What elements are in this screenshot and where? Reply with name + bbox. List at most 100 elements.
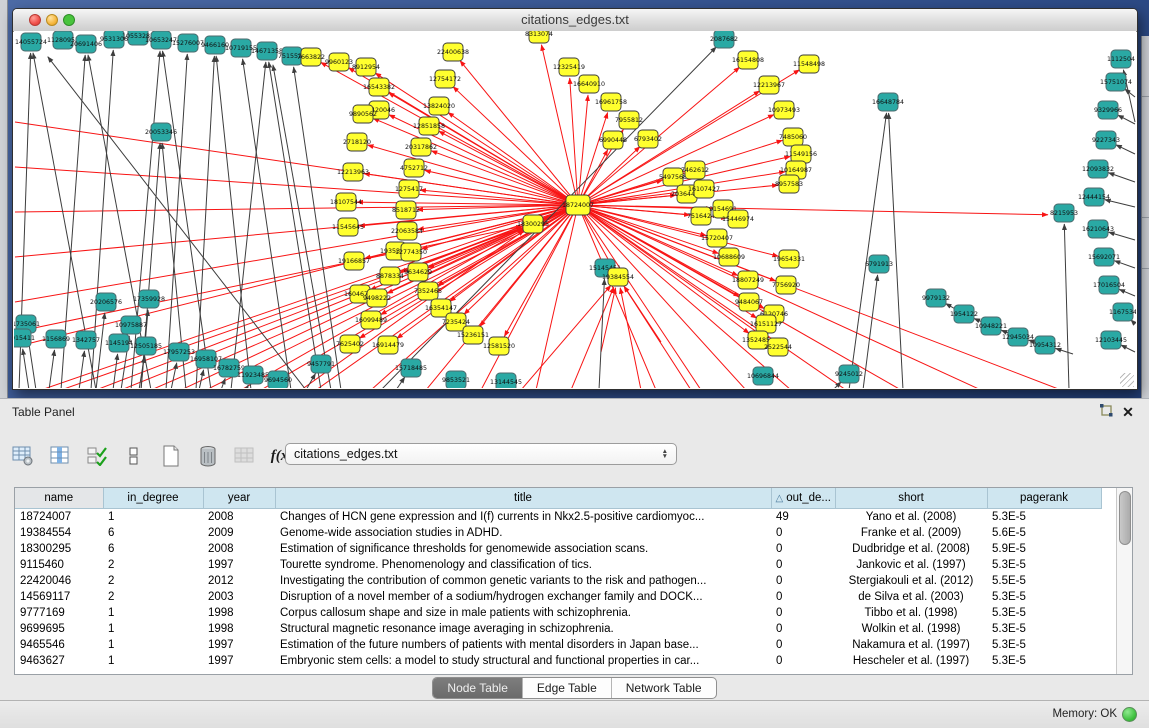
table-cell[interactable]: 2008 bbox=[203, 509, 275, 526]
table-cell[interactable]: Structural magnetic resonance image aver… bbox=[275, 621, 771, 637]
column-header-year[interactable]: year bbox=[203, 488, 275, 509]
table-cell[interactable]: Changes of HCN gene expression and I(f) … bbox=[275, 509, 771, 526]
table-cell[interactable]: 18300295 bbox=[15, 541, 103, 557]
tab-edge-table[interactable]: Edge Table bbox=[523, 678, 612, 698]
table-cell[interactable]: 1 bbox=[103, 653, 203, 669]
table-cell[interactable]: Tourette syndrome. Phenomenology and cla… bbox=[275, 557, 771, 573]
citation-network-graph[interactable]: 1405572411280952206914069531306105532871… bbox=[14, 31, 1136, 388]
table-cell[interactable]: 5.3E-5 bbox=[987, 605, 1101, 621]
table-cell[interactable]: Dudbridge et al. (2008) bbox=[835, 541, 987, 557]
table-cell[interactable]: Estimation of the future numbers of pati… bbox=[275, 637, 771, 653]
table-cell[interactable]: 9699695 bbox=[15, 621, 103, 637]
table-cell[interactable]: Hescheler et al. (1997) bbox=[835, 653, 987, 669]
table-cell[interactable]: 22420046 bbox=[15, 573, 103, 589]
table-row[interactable]: 1872400712008Changes of HCN gene express… bbox=[15, 509, 1101, 526]
table-cell[interactable]: 5.6E-5 bbox=[987, 525, 1101, 541]
table-cell[interactable]: 2 bbox=[103, 589, 203, 605]
table-cell[interactable]: 9463627 bbox=[15, 653, 103, 669]
float-panel-icon[interactable] bbox=[1097, 403, 1115, 421]
network-canvas[interactable]: 1405572411280952206914069531306105532871… bbox=[14, 31, 1136, 389]
table-cell[interactable]: Estimation of significance thresholds fo… bbox=[275, 541, 771, 557]
table-cell[interactable]: 5.3E-5 bbox=[987, 653, 1101, 669]
table-cell[interactable]: 1 bbox=[103, 621, 203, 637]
table-cell[interactable]: 9777169 bbox=[15, 605, 103, 621]
table-cell[interactable]: Tibbo et al. (1998) bbox=[835, 605, 987, 621]
table-cell[interactable]: 5.5E-5 bbox=[987, 573, 1101, 589]
table-cell[interactable]: de Silva et al. (2003) bbox=[835, 589, 987, 605]
table-row[interactable]: 1938455462009Genome-wide association stu… bbox=[15, 525, 1101, 541]
table-scrollbar-thumb[interactable] bbox=[1119, 491, 1131, 545]
table-cell[interactable]: 19384554 bbox=[15, 525, 103, 541]
table-cell[interactable]: 1 bbox=[103, 605, 203, 621]
table-cell[interactable]: 2 bbox=[103, 573, 203, 589]
table-cell[interactable]: Jankovic et al. (1997) bbox=[835, 557, 987, 573]
table-cell[interactable]: Wolkin et al. (1998) bbox=[835, 621, 987, 637]
table-row[interactable]: 946362711997Embryonic stem cells: a mode… bbox=[15, 653, 1101, 669]
table-row[interactable]: 2242004622012Investigating the contribut… bbox=[15, 573, 1101, 589]
table-cell[interactable]: Yano et al. (2008) bbox=[835, 509, 987, 526]
table-cell[interactable]: 5.3E-5 bbox=[987, 589, 1101, 605]
table-cell[interactable]: 0 bbox=[771, 605, 835, 621]
table-cell[interactable]: 5.3E-5 bbox=[987, 509, 1101, 526]
table-cell[interactable]: 0 bbox=[771, 525, 835, 541]
table-cell[interactable]: Nakamura et al. (1997) bbox=[835, 637, 987, 653]
window-resize-grip[interactable] bbox=[1120, 373, 1134, 387]
table-cell[interactable]: 1 bbox=[103, 637, 203, 653]
column-header-out-de-[interactable]: △out_de... bbox=[771, 488, 835, 509]
table-cell[interactable]: 2 bbox=[103, 557, 203, 573]
table-mode-icon[interactable] bbox=[10, 443, 36, 469]
table-cell[interactable]: Disruption of a novel member of a sodium… bbox=[275, 589, 771, 605]
table-cell[interactable]: 0 bbox=[771, 637, 835, 653]
table-cell[interactable]: 2008 bbox=[203, 541, 275, 557]
table-cell[interactable]: Genome-wide association studies in ADHD. bbox=[275, 525, 771, 541]
table-cell[interactable]: 2012 bbox=[203, 573, 275, 589]
table-cell[interactable]: 0 bbox=[771, 573, 835, 589]
table-scrollbar[interactable] bbox=[1116, 488, 1132, 674]
table-row[interactable]: 1456911722003Disruption of a novel membe… bbox=[15, 589, 1101, 605]
new-column-icon[interactable] bbox=[158, 443, 184, 469]
table-cell[interactable]: 0 bbox=[771, 541, 835, 557]
table-cell[interactable]: 14569117 bbox=[15, 589, 103, 605]
row-options-icon[interactable] bbox=[121, 443, 147, 469]
table-cell[interactable]: 9115460 bbox=[15, 557, 103, 573]
close-panel-icon[interactable]: ✕ bbox=[1119, 403, 1137, 421]
table-cell[interactable]: 0 bbox=[771, 621, 835, 637]
column-header-pagerank[interactable]: pagerank bbox=[987, 488, 1101, 509]
table-row[interactable]: 969969511998Structural magnetic resonanc… bbox=[15, 621, 1101, 637]
column-header-name[interactable]: name bbox=[15, 488, 103, 509]
table-cell[interactable]: 5.3E-5 bbox=[987, 637, 1101, 653]
table-cell[interactable]: Embryonic stem cells: a model to study s… bbox=[275, 653, 771, 669]
table-cell[interactable]: 0 bbox=[771, 589, 835, 605]
tab-network-table[interactable]: Network Table bbox=[612, 678, 716, 698]
table-cell[interactable]: 5.9E-5 bbox=[987, 541, 1101, 557]
table-cell[interactable]: Corpus callosum shape and size in male p… bbox=[275, 605, 771, 621]
table-cell[interactable]: 18724007 bbox=[15, 509, 103, 526]
table-cell[interactable]: 5.3E-5 bbox=[987, 621, 1101, 637]
table-cell[interactable]: 1 bbox=[103, 509, 203, 526]
table-row[interactable]: 911546021997Tourette syndrome. Phenomeno… bbox=[15, 557, 1101, 573]
table-cell[interactable]: 5.3E-5 bbox=[987, 557, 1101, 573]
table-cell[interactable]: 0 bbox=[771, 557, 835, 573]
table-cell[interactable]: 6 bbox=[103, 525, 203, 541]
table-cell[interactable]: 2003 bbox=[203, 589, 275, 605]
table-cell[interactable]: 2009 bbox=[203, 525, 275, 541]
table-cell[interactable]: 1997 bbox=[203, 637, 275, 653]
delete-table-icon[interactable] bbox=[195, 443, 221, 469]
table-cell[interactable]: Franke et al. (2009) bbox=[835, 525, 987, 541]
table-cell[interactable]: 1997 bbox=[203, 557, 275, 573]
table-cell[interactable]: Stergiakouli et al. (2012) bbox=[835, 573, 987, 589]
table-row[interactable]: 1830029562008Estimation of significance … bbox=[15, 541, 1101, 557]
window-titlebar[interactable]: citations_edges.txt bbox=[13, 9, 1137, 32]
table-cell[interactable]: 49 bbox=[771, 509, 835, 526]
table-cell[interactable]: 1997 bbox=[203, 653, 275, 669]
table-row[interactable]: 946554611997Estimation of the future num… bbox=[15, 637, 1101, 653]
show-column-icon[interactable] bbox=[47, 443, 73, 469]
table-cell[interactable]: 9465546 bbox=[15, 637, 103, 653]
table-cell[interactable]: 0 bbox=[771, 653, 835, 669]
column-header-short[interactable]: short bbox=[835, 488, 987, 509]
column-header-title[interactable]: title bbox=[275, 488, 771, 509]
table-cell[interactable]: 1998 bbox=[203, 621, 275, 637]
network-selector[interactable]: citations_edges.txt ▲▼ bbox=[285, 443, 677, 465]
tab-node-table[interactable]: Node Table bbox=[433, 678, 523, 698]
table-cell[interactable]: Investigating the contribution of common… bbox=[275, 573, 771, 589]
